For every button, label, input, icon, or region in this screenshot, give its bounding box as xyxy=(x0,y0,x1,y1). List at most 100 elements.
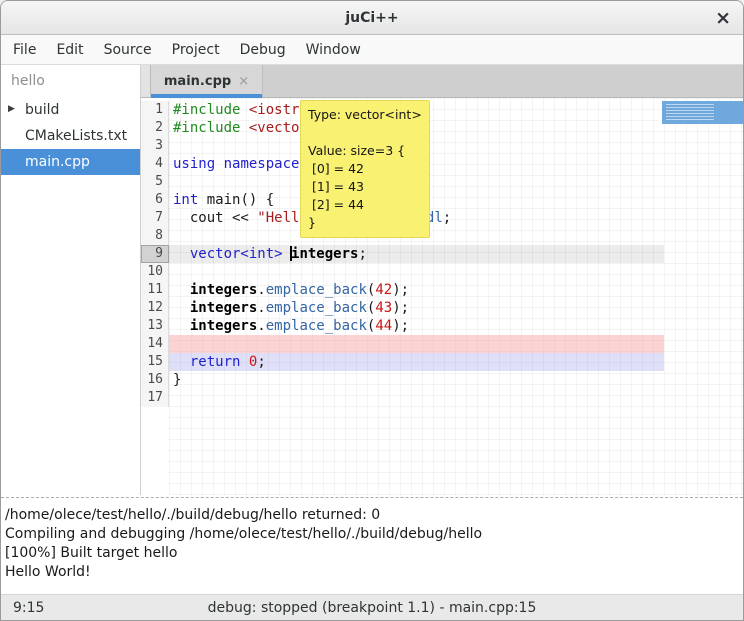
line-number[interactable]: 17 xyxy=(141,389,169,407)
code-segment: ; xyxy=(257,354,265,370)
close-icon[interactable]: × xyxy=(715,5,731,31)
project-name[interactable]: hello xyxy=(1,71,140,97)
code-segment: 42 xyxy=(375,282,392,298)
line-number[interactable]: 12 xyxy=(141,299,169,317)
code-segment: ); xyxy=(392,282,409,298)
sidebar-item-build[interactable]: ▶ build xyxy=(1,97,140,123)
line-number[interactable]: 5 xyxy=(141,173,169,191)
window-title: juCi++ xyxy=(345,10,398,26)
tooltip-line: } xyxy=(308,214,422,232)
line-number[interactable]: 2 xyxy=(141,119,169,137)
menu-item-debug[interactable]: Debug xyxy=(230,35,296,64)
code-line[interactable]: 7 cout << "Hello World!" << endl; xyxy=(141,209,743,227)
line-number[interactable]: 6 xyxy=(141,191,169,209)
code-segment: emplace_back xyxy=(266,318,367,334)
tab-close-icon[interactable]: × xyxy=(238,74,249,89)
tooltip-line: [2] = 44 xyxy=(308,196,422,214)
menubar: FileEditSourceProjectDebugWindow xyxy=(1,35,743,65)
code-line-text[interactable] xyxy=(169,263,664,281)
code-segment: namespace xyxy=(224,156,300,172)
code-segment: #include xyxy=(173,102,240,118)
code-line[interactable]: 11 integers.emplace_back(42); xyxy=(141,281,743,299)
console-line: Compiling and debugging /home/olece/test… xyxy=(5,525,743,544)
code-line-text[interactable]: integers.emplace_back(43); xyxy=(169,299,664,317)
menu-item-project[interactable]: Project xyxy=(162,35,230,64)
code-line[interactable]: 3 xyxy=(141,137,743,155)
line-number[interactable]: 14 xyxy=(141,335,169,353)
tooltip-line: [0] = 42 xyxy=(308,160,422,178)
menu-item-file[interactable]: File xyxy=(3,35,46,64)
menu-item-edit[interactable]: Edit xyxy=(46,35,93,64)
line-number[interactable]: 10 xyxy=(141,263,169,281)
menu-item-window[interactable]: Window xyxy=(296,35,371,64)
code-segment: return xyxy=(190,354,241,370)
line-number[interactable]: 11 xyxy=(141,281,169,299)
tab-main-cpp[interactable]: main.cpp × xyxy=(151,65,263,97)
tree-item-label: build xyxy=(25,102,59,118)
code-segment: } xyxy=(173,372,181,388)
console-line: /home/olece/test/hello/./build/debug/hel… xyxy=(5,506,743,525)
code-line[interactable]: 6int main() { xyxy=(141,191,743,209)
code-segment: . xyxy=(257,318,265,334)
code-segment: cout << xyxy=(173,210,257,226)
code-line[interactable]: 9 vector<int> integers; xyxy=(141,245,743,263)
line-number[interactable]: 1 xyxy=(141,101,169,119)
line-number[interactable]: 9 xyxy=(141,245,169,263)
code-line[interactable]: 14 xyxy=(141,335,743,353)
code-segment: emplace_back xyxy=(266,282,367,298)
line-number[interactable]: 7 xyxy=(141,209,169,227)
code-segment xyxy=(173,318,190,334)
code-segment: ); xyxy=(392,300,409,316)
code-segment: integers xyxy=(190,300,257,316)
menu-item-source[interactable]: Source xyxy=(94,35,162,64)
code-segment: emplace_back xyxy=(266,300,367,316)
code-segment xyxy=(240,354,248,370)
code-line[interactable]: 1#include <iostream> xyxy=(141,101,743,119)
line-number[interactable]: 15 xyxy=(141,353,169,371)
line-number[interactable]: 4 xyxy=(141,155,169,173)
code-line-text[interactable] xyxy=(169,335,664,353)
code-segment: integers xyxy=(291,246,358,262)
code-segment: . xyxy=(257,282,265,298)
code-editor[interactable]: 1#include <iostream>2#include <vector>34… xyxy=(141,98,743,495)
code-line[interactable]: 4using namespace std; xyxy=(141,155,743,173)
code-line[interactable]: 15 return 0; xyxy=(141,353,743,371)
sidebar-item-main-cpp[interactable]: main.cpp xyxy=(1,149,140,175)
expander-icon[interactable]: ▶ xyxy=(8,104,15,114)
code-segment xyxy=(173,282,190,298)
line-number[interactable]: 16 xyxy=(141,371,169,389)
file-tree-panel: hello ▶ build CMakeLists.txtmain.cpp xyxy=(1,65,141,495)
pane-separator-line xyxy=(1,497,743,498)
code-segment: ; xyxy=(358,246,366,262)
code-line-text[interactable]: vector<int> integers; xyxy=(169,245,664,263)
code-line[interactable]: 12 integers.emplace_back(43); xyxy=(141,299,743,317)
code-line[interactable]: 13 integers.emplace_back(44); xyxy=(141,317,743,335)
code-segment: ); xyxy=(392,318,409,334)
status-message: debug: stopped (breakpoint 1.1) - main.c… xyxy=(208,600,537,616)
status-bar: 9:15 debug: stopped (breakpoint 1.1) - m… xyxy=(1,594,743,620)
code-segment: vector<int> xyxy=(190,246,283,262)
minimap-viewport[interactable] xyxy=(662,101,743,124)
code-line-text[interactable]: integers.emplace_back(42); xyxy=(169,281,664,299)
line-number[interactable]: 13 xyxy=(141,317,169,335)
code-line[interactable]: 8 xyxy=(141,227,743,245)
code-line-text[interactable] xyxy=(169,389,664,407)
code-line-text[interactable]: } xyxy=(169,371,664,389)
line-number[interactable]: 8 xyxy=(141,227,169,245)
debug-value-tooltip: Type: vector<int> Value: size=3 { [0] = … xyxy=(300,100,430,238)
titlebar[interactable]: juCi++ × xyxy=(1,1,743,35)
code-line[interactable]: 5 xyxy=(141,173,743,191)
minimap[interactable] xyxy=(662,98,743,495)
code-line[interactable]: 17 xyxy=(141,389,743,407)
code-line[interactable]: 16} xyxy=(141,371,743,389)
line-number[interactable]: 3 xyxy=(141,137,169,155)
tooltip-line xyxy=(308,124,422,142)
code-line[interactable]: 10 xyxy=(141,263,743,281)
code-line-text[interactable]: return 0; xyxy=(169,353,664,371)
code-segment xyxy=(240,120,248,136)
code-line-text[interactable]: integers.emplace_back(44); xyxy=(169,317,664,335)
sidebar-item-cmakelists-txt[interactable]: CMakeLists.txt xyxy=(1,123,140,149)
code-line[interactable]: 2#include <vector> xyxy=(141,119,743,137)
tab-bar-notch xyxy=(141,65,151,97)
editor-pane: main.cpp × 1#include <iostream>2#include… xyxy=(141,65,743,495)
